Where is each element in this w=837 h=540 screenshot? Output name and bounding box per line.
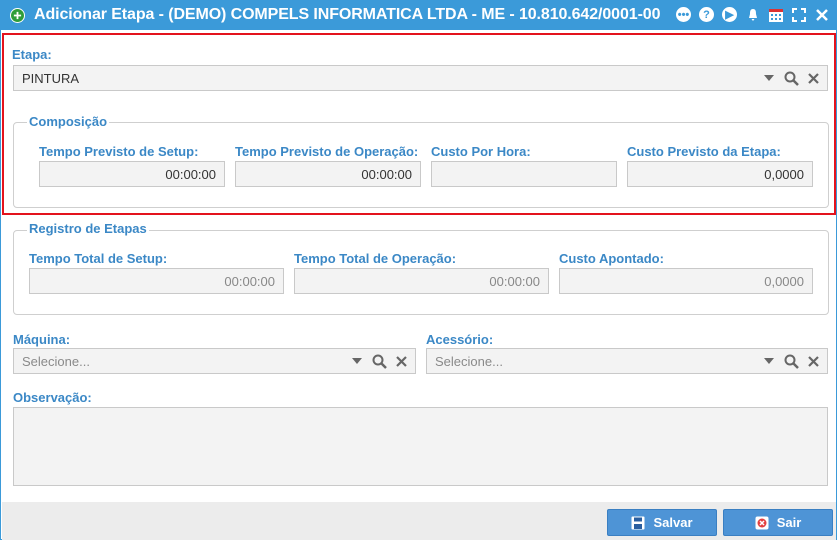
custo-hora-field[interactable] (431, 161, 617, 187)
play-icon[interactable]: ▶ (721, 6, 738, 23)
help-icon[interactable]: ? (698, 6, 715, 23)
chevron-down-icon[interactable] (761, 353, 777, 369)
registro-legend: Registro de Etapas (27, 221, 149, 236)
fullscreen-icon[interactable] (790, 6, 807, 23)
setup-previsto-label: Tempo Previsto de Setup: (39, 144, 199, 159)
setup-total-value: 00:00:00 (224, 273, 275, 289)
maquina-label: Máquina: (13, 332, 71, 347)
maquina-select[interactable]: Selecione... (13, 348, 416, 374)
operacao-total-value: 00:00:00 (489, 273, 540, 289)
custo-etapa-field[interactable]: 0,0000 (627, 161, 813, 187)
composicao-legend: Composição (27, 114, 110, 129)
save-button-label: Salvar (653, 515, 693, 530)
setup-total-field: 00:00:00 (29, 268, 284, 294)
save-button[interactable]: Salvar (607, 509, 717, 536)
add-circle-icon (10, 8, 25, 23)
setup-previsto-value: 00:00:00 (165, 166, 216, 182)
acessorio-placeholder: Selecione... (435, 353, 503, 369)
title-bar: Adicionar Etapa - (DEMO) COMPELS INFORMA… (1, 1, 836, 30)
title-bar-icons: ••• ? ▶ (675, 6, 830, 23)
maquina-placeholder: Selecione... (22, 353, 90, 369)
exit-button-label: Sair (776, 515, 802, 530)
chat-icon[interactable]: ••• (675, 6, 692, 23)
etapa-select[interactable]: PINTURA (13, 65, 828, 91)
custo-apontado-field: 0,0000 (559, 268, 813, 294)
operacao-prevista-field[interactable]: 00:00:00 (235, 161, 421, 187)
observacao-label: Observação: (13, 390, 92, 405)
clear-icon[interactable] (805, 70, 821, 86)
clear-icon[interactable] (805, 353, 821, 369)
search-icon[interactable] (371, 353, 387, 369)
custo-apontado-label: Custo Apontado: (559, 251, 664, 266)
exit-icon (755, 516, 769, 530)
observacao-textarea[interactable] (13, 407, 828, 486)
operacao-total-field: 00:00:00 (294, 268, 549, 294)
calendar-icon[interactable] (767, 6, 784, 23)
window-title: Adicionar Etapa - (DEMO) COMPELS INFORMA… (34, 6, 661, 23)
custo-apontado-value: 0,0000 (764, 273, 804, 289)
exit-button[interactable]: Sair (723, 509, 833, 536)
custo-etapa-value: 0,0000 (764, 166, 804, 182)
operacao-total-label: Tempo Total de Operação: (294, 251, 457, 266)
search-icon[interactable] (783, 353, 799, 369)
setup-total-label: Tempo Total de Setup: (29, 251, 168, 266)
footer-bar: Salvar Sair (2, 502, 836, 540)
floppy-disk-icon (631, 516, 645, 530)
bell-icon[interactable] (744, 6, 761, 23)
chevron-down-icon[interactable] (761, 70, 777, 86)
operacao-prevista-value: 00:00:00 (361, 166, 412, 182)
acessorio-label: Acessório: (426, 332, 494, 347)
custo-etapa-label: Custo Previsto da Etapa: (627, 144, 781, 159)
setup-previsto-field[interactable]: 00:00:00 (39, 161, 225, 187)
custo-hora-label: Custo Por Hora: (431, 144, 531, 159)
search-icon[interactable] (783, 70, 799, 86)
dialog-window: Adicionar Etapa - (DEMO) COMPELS INFORMA… (0, 0, 837, 540)
close-icon[interactable] (813, 6, 830, 23)
clear-icon[interactable] (393, 353, 409, 369)
etapa-label: Etapa: (12, 47, 52, 62)
acessorio-select[interactable]: Selecione... (426, 348, 828, 374)
etapa-value: PINTURA (22, 70, 80, 86)
operacao-prevista-label: Tempo Previsto de Operação: (235, 144, 419, 159)
chevron-down-icon[interactable] (349, 353, 365, 369)
